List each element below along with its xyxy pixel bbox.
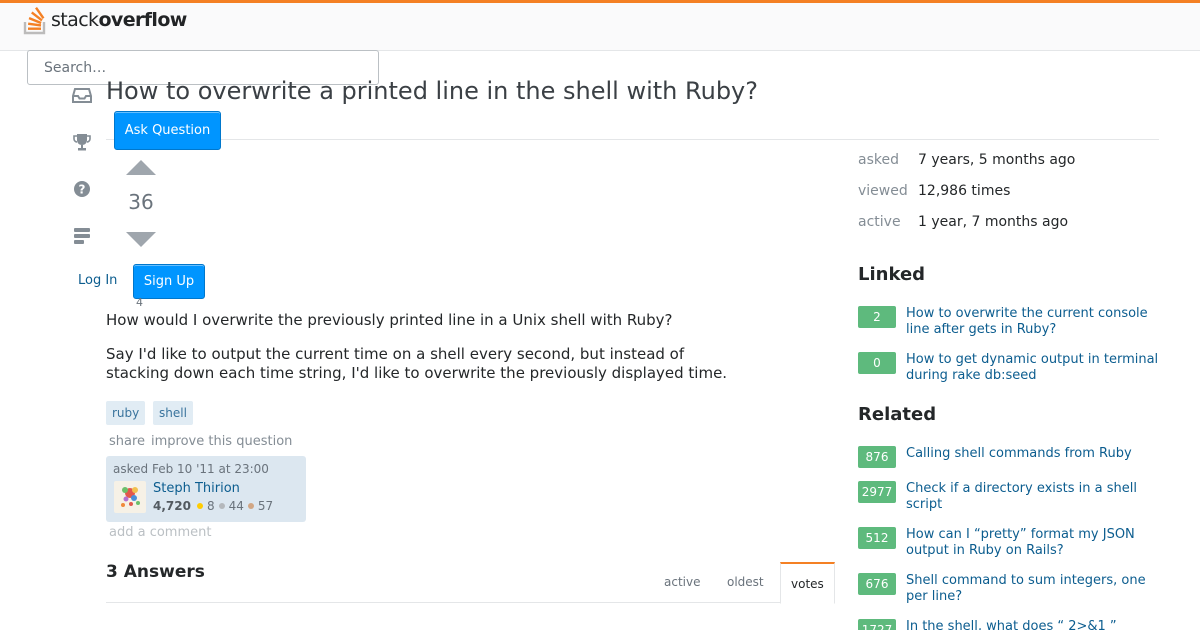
stackoverflow-logo[interactable]: stackoverflow (23, 4, 187, 36)
signup-button[interactable]: Sign Up (133, 264, 205, 299)
related-question-link[interactable]: How can I “pretty” format my JSON output… (906, 527, 1160, 559)
question-score-badge: 512 (858, 527, 896, 549)
inbox-icon[interactable] (72, 85, 92, 105)
favorite-count: 4 (136, 296, 143, 309)
related-question-link[interactable]: Shell command to sum integers, one per l… (906, 573, 1160, 605)
meta-active-label: active (858, 214, 901, 230)
sort-tab-votes[interactable]: votes (780, 562, 835, 604)
question-score-badge: 676 (858, 573, 896, 595)
add-comment-link[interactable]: add a comment (109, 525, 211, 540)
reputation-score: 4,720 (153, 499, 191, 513)
bronze-badge-count: 57 (257, 499, 274, 513)
sort-tab-oldest[interactable]: oldest (717, 562, 774, 602)
related-question-link[interactable]: Calling shell commands from Ruby (906, 446, 1160, 462)
question-body-paragraph: How would I overwrite the previously pri… (106, 311, 673, 329)
title-divider (106, 139, 1159, 140)
bronze-badge-icon (247, 503, 254, 509)
related-question-link[interactable]: Check if a directory exists in a shell s… (906, 481, 1160, 513)
owner-card: asked Feb 10 '11 at 23:00 Steph Thirion … (106, 456, 306, 522)
gold-badge-icon (196, 503, 203, 509)
downvote-arrow-icon[interactable] (126, 232, 156, 247)
svg-text:?: ? (79, 183, 86, 197)
question-score-badge: 2977 (858, 481, 896, 503)
vote-count: 36 (128, 190, 154, 214)
tag-shell[interactable]: shell (153, 401, 193, 425)
linked-question-link[interactable]: How to get dynamic output in terminal du… (906, 352, 1160, 384)
meta-asked-label: asked (858, 152, 899, 168)
question-score-badge: 876 (858, 446, 896, 468)
top-bar: stackoverflow (0, 0, 1200, 51)
improve-question-link[interactable]: improve this question (151, 434, 292, 449)
silver-badge-count: 44 (228, 499, 244, 513)
tag-ruby[interactable]: ruby (106, 401, 146, 425)
linked-heading: Linked (858, 264, 926, 285)
share-link[interactable]: share (109, 434, 145, 449)
owner-name-link[interactable]: Steph Thirion (153, 481, 240, 496)
help-icon[interactable]: ? (72, 179, 92, 199)
answers-count-heading: 3 Answers (106, 562, 205, 582)
asked-timestamp: asked Feb 10 '11 at 23:00 (113, 462, 269, 476)
meta-viewed-value: 12,986 times (918, 183, 1011, 199)
question-score-badge: 2 (858, 306, 896, 328)
question-title[interactable]: How to overwrite a printed line in the s… (106, 77, 758, 105)
login-link[interactable]: Log In (78, 273, 117, 288)
meta-viewed-label: viewed (858, 183, 908, 199)
ask-question-button[interactable]: Ask Question (114, 111, 221, 150)
logo-text: stackoverflow (51, 9, 187, 31)
answers-divider (106, 602, 834, 603)
trophy-icon[interactable] (72, 132, 92, 152)
meta-asked-value: 7 years, 5 months ago (918, 152, 1076, 168)
question-body-paragraph: Say I'd like to output the current time … (106, 345, 728, 382)
review-queue-icon[interactable] (72, 226, 92, 246)
avatar[interactable] (114, 481, 146, 513)
gold-badge-count: 8 (206, 499, 215, 513)
owner-reputation: 4,720 8 44 57 (153, 499, 273, 513)
related-heading: Related (858, 404, 937, 425)
meta-active-value[interactable]: 1 year, 7 months ago (918, 214, 1068, 230)
silver-badge-icon (218, 503, 225, 509)
stack-logo-icon (23, 5, 49, 35)
upvote-arrow-icon[interactable] (126, 160, 156, 175)
question-score-badge: 1727 (858, 619, 896, 630)
question-score-badge: 0 (858, 352, 896, 374)
linked-question-link[interactable]: How to overwrite the current console lin… (906, 306, 1160, 338)
sort-tab-active[interactable]: active (654, 562, 710, 602)
related-question-link[interactable]: In the shell, what does “ 2>&1 ” mean? (906, 619, 1160, 630)
